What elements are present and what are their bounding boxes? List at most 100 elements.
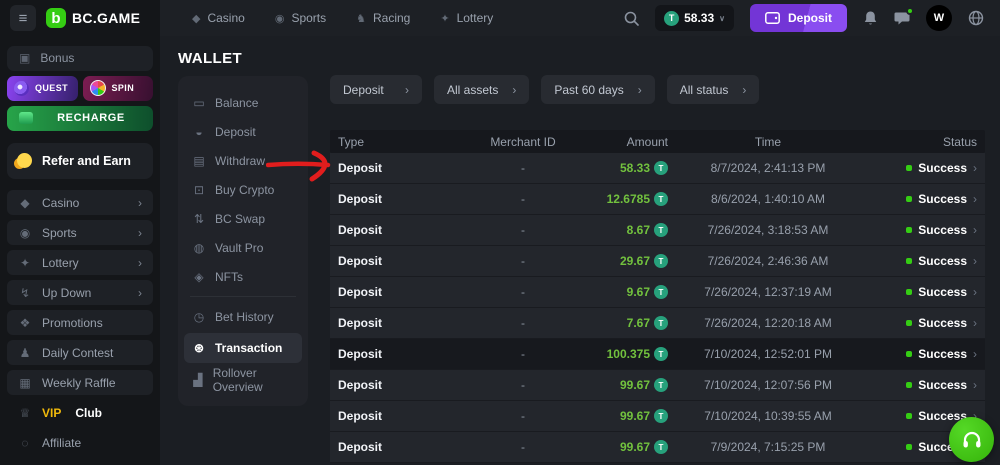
bonus-button[interactable]: ▣ Bonus <box>7 46 153 71</box>
tether-icon: T <box>654 192 668 206</box>
search-icon <box>624 11 639 26</box>
status-label: Success <box>918 223 967 237</box>
table-row[interactable]: Deposit - 99.67T 7/9/2024, 7:15:25 PM Su… <box>330 432 985 463</box>
buy-crypto-icon: ⊡ <box>192 183 206 197</box>
cell-type: Deposit <box>338 316 458 330</box>
sports-icon: ◉ <box>275 12 285 25</box>
balance-selector[interactable]: T 58.33 ∨ <box>655 5 734 31</box>
table-row[interactable]: Deposit - 7.67T 7/26/2024, 12:20:18 AM S… <box>330 308 985 339</box>
piggy-bank-icon: ◒ <box>192 125 206 139</box>
spin-label: SPIN <box>112 83 135 93</box>
club-label: Club <box>75 406 102 420</box>
nav-racing[interactable]: ♞ Racing <box>356 11 410 25</box>
cell-merchant-id: - <box>458 316 588 330</box>
cell-merchant-id: - <box>458 409 588 423</box>
crown-icon: ♕ <box>18 406 32 420</box>
table-row[interactable]: Deposit - 99.67T 7/10/2024, 10:39:55 AM … <box>330 401 985 432</box>
topbar-right-group: T 58.33 ∨ Deposit W <box>624 4 984 32</box>
recharge-button[interactable]: RECHARGE <box>7 106 153 131</box>
cell-status[interactable]: Success› <box>868 316 977 330</box>
cell-amount: 99.67T <box>588 378 668 392</box>
cell-type: Deposit <box>338 254 458 268</box>
filter-type-dropdown[interactable]: Deposit › <box>330 75 422 104</box>
wallet-nav-bc-swap[interactable]: ⇅ BC Swap <box>178 204 308 233</box>
filter-assets-dropdown[interactable]: All assets › <box>434 75 529 104</box>
wallet-nav-rollover-overview[interactable]: ▟ Rollover Overview <box>178 365 308 394</box>
bc-game-logo[interactable]: b BC.GAME <box>46 8 140 28</box>
sidebar-item-affiliate[interactable]: ◌ Affiliate <box>7 430 153 455</box>
chat-button[interactable] <box>894 11 910 26</box>
nav-casino[interactable]: ◆ Casino <box>192 11 245 25</box>
nav-lottery[interactable]: ✦ Lottery <box>440 11 493 25</box>
sidebar-item-weekly-raffle[interactable]: ▦ Weekly Raffle <box>7 370 153 395</box>
wallet-nav-balance[interactable]: ▭ Balance <box>178 88 308 117</box>
sidebar-item-label: Casino <box>42 196 79 210</box>
language-button[interactable] <box>968 10 984 26</box>
cell-status[interactable]: Success› <box>868 254 977 268</box>
avatar[interactable]: W <box>926 5 952 31</box>
wallet-nav-vault-pro[interactable]: ◍ Vault Pro <box>178 233 308 262</box>
table-row[interactable]: Deposit - 29.67T 7/26/2024, 2:46:36 AM S… <box>330 246 985 277</box>
cell-status[interactable]: Success› <box>868 223 977 237</box>
wallet-nav-label: Buy Crypto <box>215 183 274 197</box>
cell-status[interactable]: Success› <box>868 347 977 361</box>
sidebar-item-label: Daily Contest <box>42 346 113 360</box>
quest-button[interactable]: QUEST <box>7 76 78 101</box>
cell-status[interactable]: Success› <box>868 192 977 206</box>
cell-status[interactable]: Success› <box>868 378 977 392</box>
wallet-nav-nfts[interactable]: ◈ NFTs <box>178 262 308 291</box>
sidebar-item-sports[interactable]: ◉ Sports › <box>7 220 153 245</box>
divider <box>190 296 296 297</box>
status-label: Success <box>918 316 967 330</box>
lottery-icon: ✦ <box>18 256 32 270</box>
tether-icon: T <box>654 409 668 423</box>
lightning-icon: ↯ <box>18 286 32 300</box>
sidebar-item-label: Affiliate <box>42 436 81 450</box>
chevron-right-icon: › <box>973 161 977 175</box>
wallet-icon <box>765 12 780 24</box>
sidebar-item-casino[interactable]: ◆ Casino › <box>7 190 153 215</box>
filter-date-range-dropdown[interactable]: Past 60 days › <box>541 75 654 104</box>
table-row[interactable]: Deposit - 58.33T 8/7/2024, 2:41:13 PM Su… <box>330 153 985 184</box>
search-button[interactable] <box>624 11 639 26</box>
left-sidebar: ▣ Bonus QUEST SPIN RECHARGE Refer and Ea… <box>0 36 160 465</box>
filter-status-dropdown[interactable]: All status › <box>667 75 760 104</box>
refer-and-earn-button[interactable]: Refer and Earn <box>7 143 153 179</box>
table-row[interactable]: Deposit - 99.67T 7/10/2024, 12:07:56 PM … <box>330 370 985 401</box>
cell-type: Deposit <box>338 347 458 361</box>
sidebar-item-label: Up Down <box>42 286 91 300</box>
table-row[interactable]: Deposit - 9.67T 7/26/2024, 12:37:19 AM S… <box>330 277 985 308</box>
cell-merchant-id: - <box>458 223 588 237</box>
success-dot-icon <box>906 444 912 450</box>
column-header-type: Type <box>338 135 458 149</box>
sidebar-item-promotions[interactable]: ❖ Promotions <box>7 310 153 335</box>
cell-status[interactable]: Success› <box>868 161 977 175</box>
sidebar-item-vip-club[interactable]: ♕ VIP Club <box>7 400 153 425</box>
topbar-main: ◆ Casino ◉ Sports ♞ Racing ✦ Lottery T 5… <box>160 0 1000 36</box>
table-header: Type Merchant ID Amount Time Status <box>330 130 985 153</box>
wallet-nav-label: Deposit <box>215 125 256 139</box>
gold-coins-icon <box>17 153 32 168</box>
wallet-nav-deposit[interactable]: ◒ Deposit <box>178 117 308 146</box>
cell-amount: 7.67T <box>588 316 668 330</box>
sidebar-item-up-down[interactable]: ↯ Up Down › <box>7 280 153 305</box>
table-row-highlighted[interactable]: Deposit - 100.375T 7/10/2024, 12:52:01 P… <box>330 339 985 370</box>
cell-time: 7/10/2024, 12:07:56 PM <box>668 378 868 392</box>
wallet-nav-transaction[interactable]: ⊛ Transaction <box>184 333 302 363</box>
wallet-nav-bet-history[interactable]: ◷ Bet History <box>178 302 308 331</box>
cell-status[interactable]: Success› <box>868 285 977 299</box>
table-row[interactable]: Deposit - 12.6785T 8/6/2024, 1:40:10 AM … <box>330 184 985 215</box>
cell-time: 7/26/2024, 12:20:18 AM <box>668 316 868 330</box>
hamburger-menu-button[interactable]: ≡ <box>10 5 36 31</box>
filter-label: All status <box>680 83 729 97</box>
sidebar-item-daily-contest[interactable]: ♟ Daily Contest <box>7 340 153 365</box>
notifications-button[interactable] <box>863 10 878 26</box>
table-row[interactable]: Deposit - 8.67T 7/26/2024, 3:18:53 AM Su… <box>330 215 985 246</box>
wallet-nav-label: Bet History <box>215 310 274 324</box>
amount-value: 7.67 <box>627 316 650 330</box>
spin-button[interactable]: SPIN <box>83 76 154 101</box>
support-button[interactable] <box>949 417 994 462</box>
nav-sports[interactable]: ◉ Sports <box>275 11 326 25</box>
sidebar-item-lottery[interactable]: ✦ Lottery › <box>7 250 153 275</box>
deposit-button[interactable]: Deposit <box>750 4 847 32</box>
